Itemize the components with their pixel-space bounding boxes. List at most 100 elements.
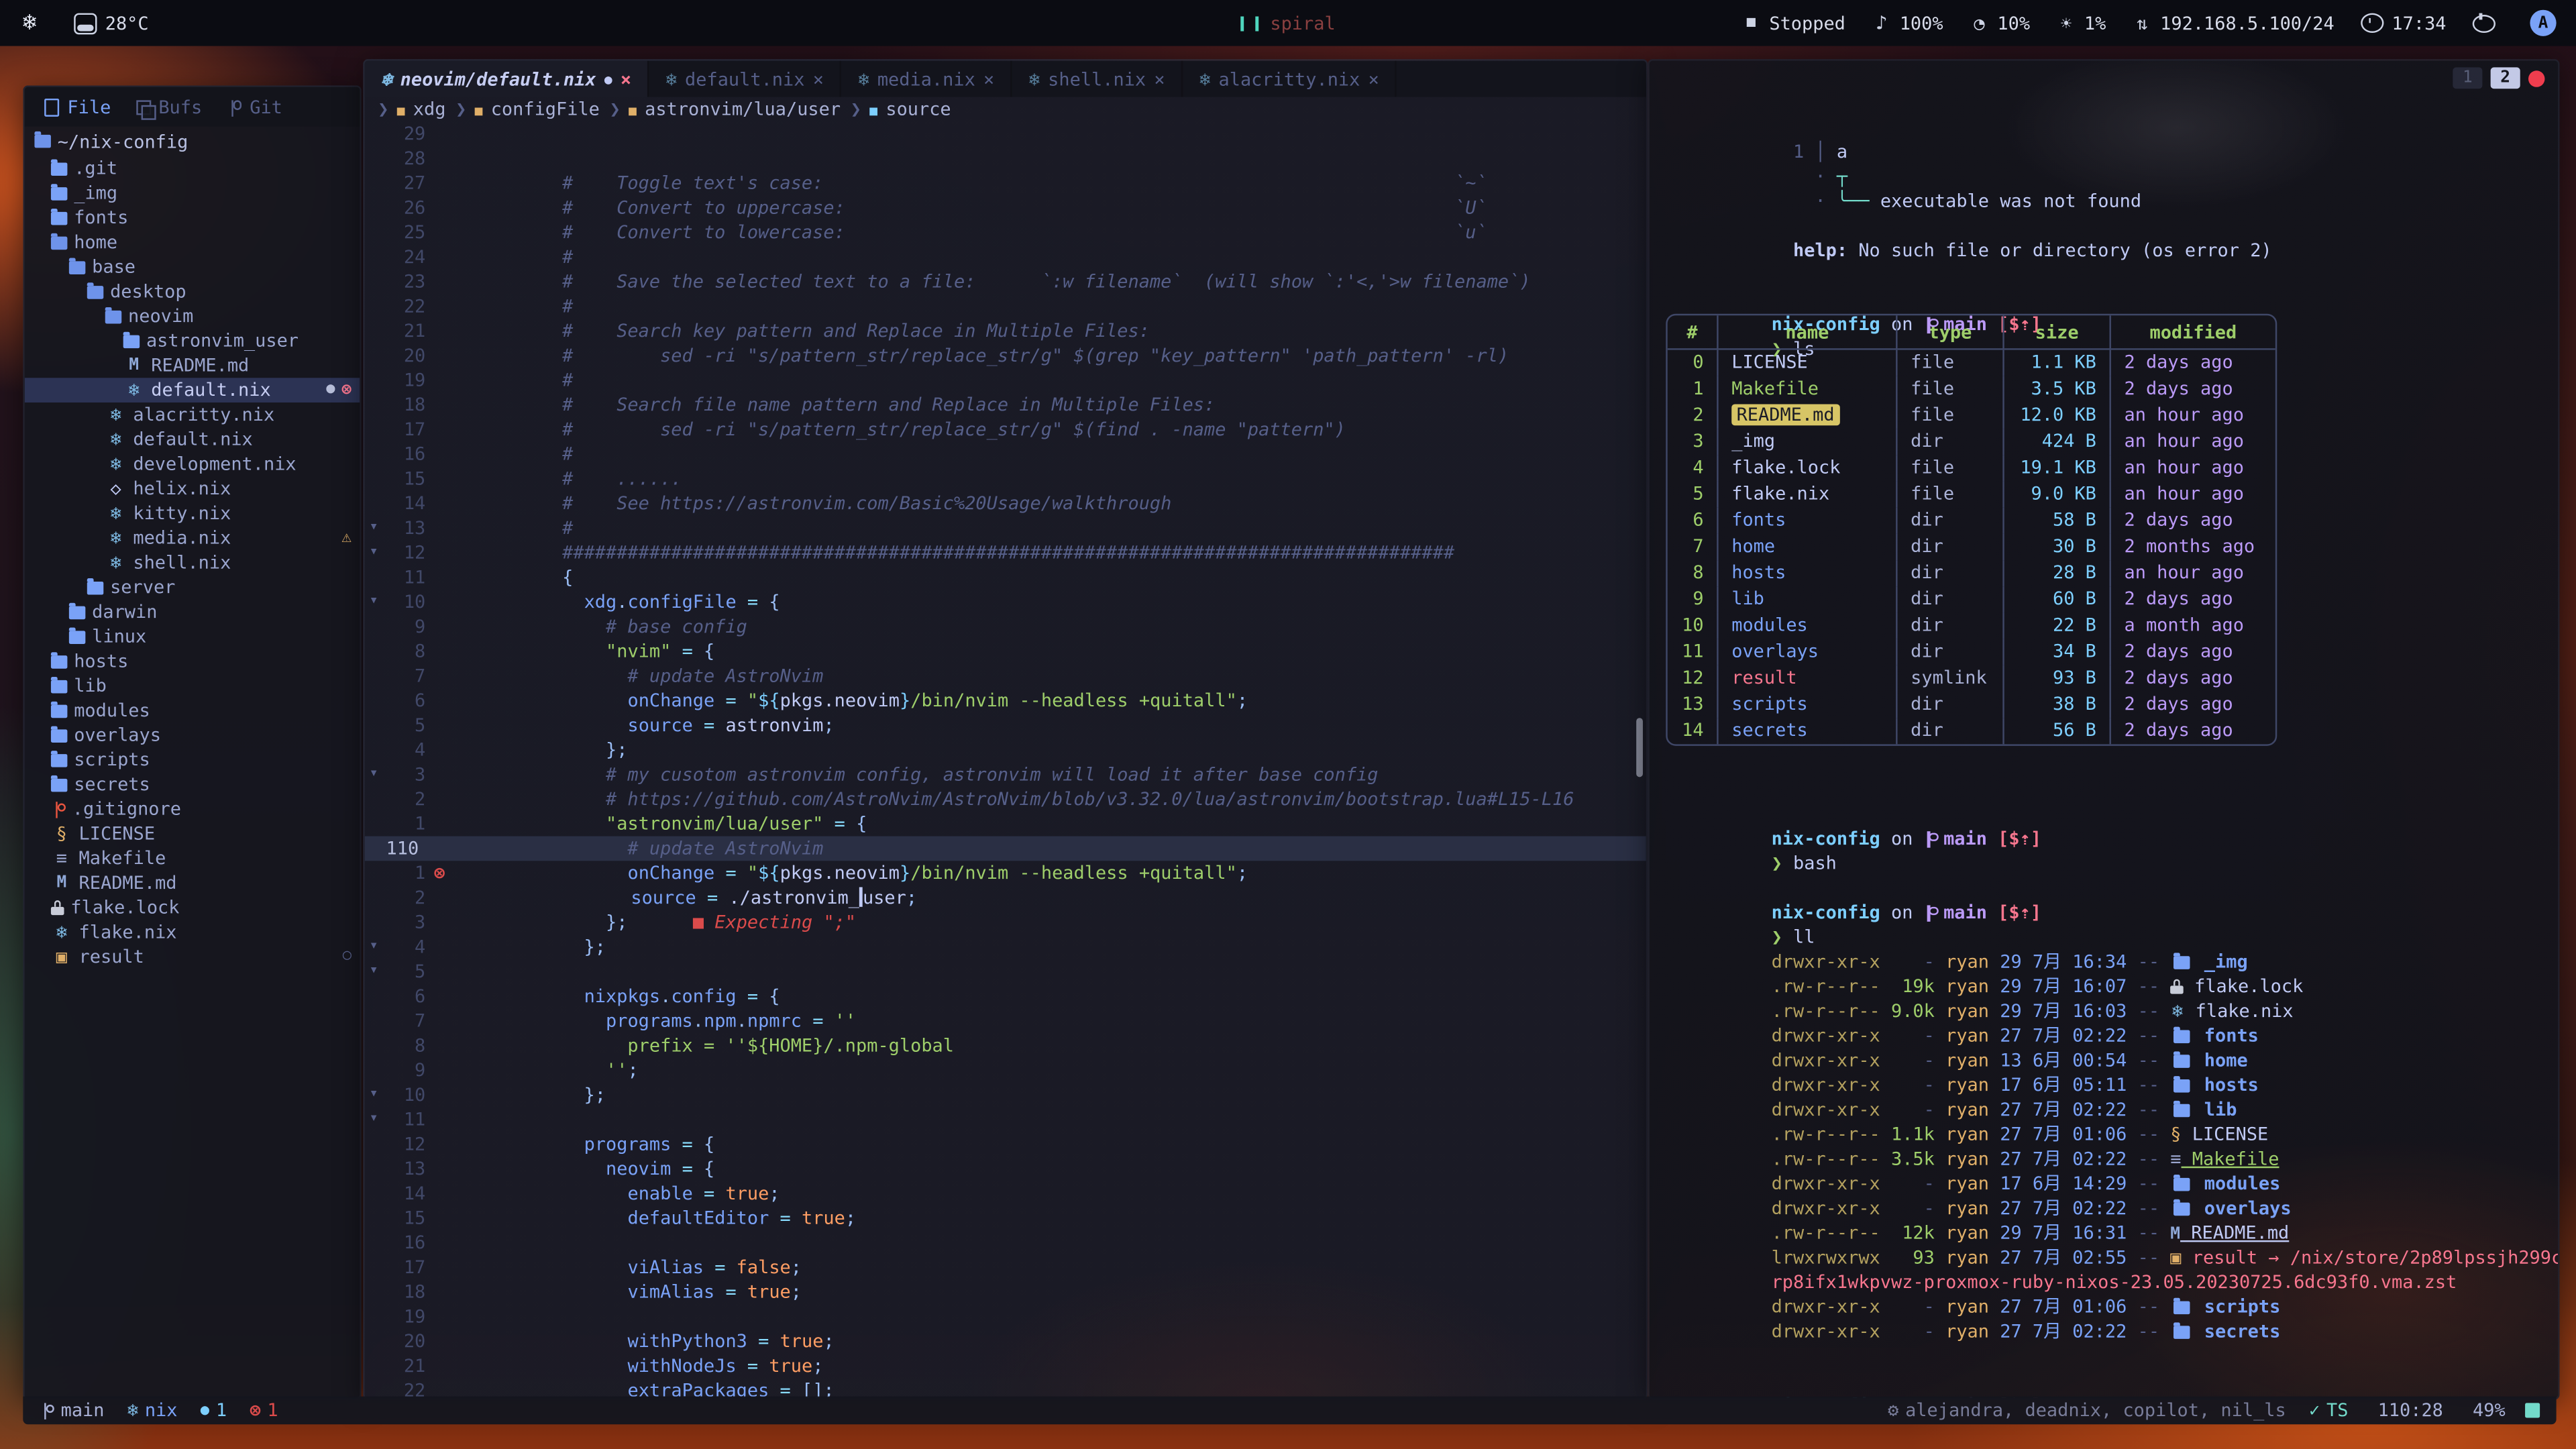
fold-marker-icon[interactable]: ▾ <box>365 1083 383 1108</box>
tree-item[interactable]: alacritty.nix <box>25 402 360 427</box>
fold-marker-icon[interactable] <box>365 1206 383 1231</box>
fold-marker-icon[interactable] <box>365 1033 383 1058</box>
topbar-item[interactable]: A <box>2530 10 2556 36</box>
fold-marker-icon[interactable] <box>365 195 383 220</box>
topbar-item[interactable]: 192.168.5.100/24 <box>2133 12 2334 34</box>
terminal-tab[interactable]: 2 <box>2491 67 2520 89</box>
fold-marker-icon[interactable]: ▾ <box>365 959 383 984</box>
fold-marker-icon[interactable] <box>365 639 383 664</box>
tree-item[interactable]: fonts <box>25 205 360 230</box>
tree-item[interactable]: _img <box>25 180 360 205</box>
editor-tab[interactable]: media.nix ● × <box>842 61 1012 97</box>
fold-marker-icon[interactable] <box>365 146 383 171</box>
fold-marker-icon[interactable] <box>365 1132 383 1157</box>
tree-item[interactable]: hosts <box>25 649 360 674</box>
tree-item[interactable]: README.md <box>25 354 360 378</box>
tree-item[interactable]: LICENSE <box>25 821 360 846</box>
sidebar-tab[interactable]: Bufs <box>136 96 202 117</box>
tree-item[interactable]: media.nix <box>25 526 360 551</box>
fold-marker-icon[interactable] <box>365 861 383 885</box>
fold-marker-icon[interactable] <box>365 368 383 393</box>
tree-item[interactable]: home <box>25 230 360 255</box>
topbar-item[interactable]: 17:34 <box>2361 12 2447 34</box>
terminal-tab[interactable]: 1 <box>2453 67 2482 89</box>
tree-item[interactable]: desktop <box>25 279 360 304</box>
tab-close-button[interactable]: × <box>813 68 824 90</box>
editor-tab[interactable]: neovim/default.nix ● × <box>365 61 649 97</box>
topbar-item[interactable]: 10% <box>1970 12 2030 34</box>
tree-item[interactable]: helix.nix <box>25 476 360 501</box>
editor-tab[interactable]: default.nix ● × <box>649 61 842 97</box>
tab-close-button[interactable]: × <box>621 68 631 90</box>
tree-item[interactable]: shell.nix <box>25 550 360 575</box>
fold-marker-icon[interactable] <box>365 1157 383 1181</box>
fold-marker-icon[interactable] <box>365 343 383 368</box>
tab-close-button[interactable]: × <box>983 68 994 90</box>
fold-marker-icon[interactable] <box>365 319 383 343</box>
fold-marker-icon[interactable] <box>365 1058 383 1083</box>
editor-scrollbar-thumb[interactable] <box>1636 718 1643 777</box>
topbar-item[interactable]: Stopped <box>1741 12 1845 34</box>
terminal-window[interactable]: 12 1 │ a · ┬ · ╰── executable <box>1648 59 2559 1399</box>
tree-item[interactable]: darwin <box>25 600 360 625</box>
fold-marker-icon[interactable] <box>365 713 383 738</box>
fold-marker-icon[interactable] <box>365 270 383 294</box>
tree-item[interactable]: flake.lock <box>25 896 360 920</box>
tree-item[interactable]: README.md <box>25 871 360 896</box>
tree-item[interactable]: lib <box>25 674 360 698</box>
breadcrumb-item[interactable]: ❯ configFile <box>455 99 600 120</box>
fold-marker-icon[interactable] <box>365 1280 383 1305</box>
topbar-item[interactable]: 100% <box>1872 12 1943 34</box>
tree-item[interactable]: linux <box>25 625 360 649</box>
editor-tab[interactable]: alacritty.nix ● × <box>1183 61 1397 97</box>
tree-item[interactable]: server <box>25 575 360 600</box>
tree-item[interactable]: scripts <box>25 747 360 772</box>
code-area[interactable]: 29 # Toggle text's case: `~` 28 <box>365 121 1646 1398</box>
breadcrumb-item[interactable]: ❯ source <box>851 99 951 120</box>
fold-marker-icon[interactable] <box>365 984 383 1009</box>
fold-marker-icon[interactable] <box>365 1009 383 1034</box>
tree-root[interactable]: ~/nix-config <box>25 127 360 156</box>
tree-item[interactable]: .gitignore <box>25 797 360 822</box>
fold-marker-icon[interactable]: ▾ <box>365 1108 383 1132</box>
fold-marker-icon[interactable] <box>365 245 383 270</box>
fold-marker-icon[interactable] <box>365 738 383 763</box>
fold-marker-icon[interactable] <box>365 220 383 245</box>
fold-marker-icon[interactable] <box>365 1379 383 1398</box>
tree-item[interactable]: default.nix <box>25 378 360 402</box>
fold-marker-icon[interactable] <box>365 663 383 688</box>
fold-marker-icon[interactable] <box>365 294 383 319</box>
tree-item[interactable]: .git <box>25 156 360 181</box>
breadcrumb-item[interactable]: ❯ xdg <box>378 99 445 120</box>
fold-marker-icon[interactable] <box>365 171 383 196</box>
tree-item[interactable]: neovim <box>25 304 360 329</box>
fold-marker-icon[interactable]: ▾ <box>365 516 383 541</box>
fold-marker-icon[interactable] <box>365 565 383 590</box>
fold-marker-icon[interactable] <box>365 688 383 713</box>
fold-marker-icon[interactable] <box>365 885 383 910</box>
fold-marker-icon[interactable] <box>365 837 383 861</box>
fold-marker-icon[interactable] <box>365 417 383 442</box>
fold-marker-icon[interactable] <box>365 392 383 417</box>
fold-marker-icon[interactable] <box>365 787 383 812</box>
fold-marker-icon[interactable] <box>365 1255 383 1280</box>
fold-marker-icon[interactable] <box>365 121 383 146</box>
tree-item[interactable]: kitty.nix <box>25 501 360 526</box>
tree-item[interactable]: overlays <box>25 723 360 748</box>
tree-item[interactable]: astronvim_user <box>25 329 360 354</box>
breadcrumb-item[interactable]: ❯ astronvim/lua/user <box>610 99 841 120</box>
tab-close-button[interactable]: × <box>1154 68 1165 90</box>
fold-marker-icon[interactable]: ▾ <box>365 590 383 614</box>
fold-marker-icon[interactable]: ▾ <box>365 541 383 566</box>
tree-item[interactable]: Makefile <box>25 846 360 871</box>
fold-marker-icon[interactable] <box>365 910 383 935</box>
fold-marker-icon[interactable]: ▾ <box>365 762 383 787</box>
tree-item[interactable]: result <box>25 945 360 969</box>
fold-marker-icon[interactable] <box>365 491 383 516</box>
fold-marker-icon[interactable] <box>365 614 383 639</box>
tree-item[interactable]: base <box>25 255 360 280</box>
fold-marker-icon[interactable] <box>365 1230 383 1255</box>
fold-marker-icon[interactable] <box>365 1181 383 1206</box>
sidebar-tab[interactable]: File <box>44 96 111 117</box>
topbar-item[interactable]: 1% <box>2056 12 2106 34</box>
